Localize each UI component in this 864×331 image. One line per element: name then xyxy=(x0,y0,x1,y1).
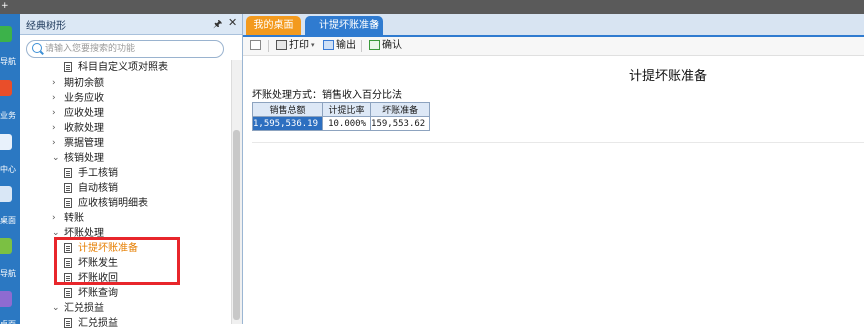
chevron-down-icon: ⌄ xyxy=(52,153,60,163)
panel-header: 经典树形 🖈 ✕ xyxy=(20,14,242,35)
desktop2-icon xyxy=(0,291,12,307)
toolbar-divider xyxy=(361,40,362,52)
document-icon xyxy=(64,318,72,328)
chevron-right-icon: › xyxy=(52,78,56,88)
document-icon xyxy=(64,62,72,72)
confirm-button[interactable]: 确认 xyxy=(369,38,403,53)
document-icon xyxy=(64,168,72,178)
scrollbar-thumb[interactable] xyxy=(233,130,240,320)
export-icon xyxy=(323,40,334,50)
toolbar: 打印 ▾ 输出 确认 xyxy=(243,37,864,56)
search-icon xyxy=(32,43,42,53)
confirm-label: 确认 xyxy=(382,40,402,51)
cell-bad-debt-reserve[interactable]: 159,553.62 xyxy=(370,116,431,131)
tree-item-label: 应收核销明细表 xyxy=(78,198,148,209)
tree-item-label: 科目自定义项对照表 xyxy=(78,62,168,73)
chevron-right-icon: › xyxy=(52,93,56,103)
main-content: 我的桌面 计提坏账准备 ✕ 打印 ▾ 输出 确认 计提坏账准备 坏账处理方式：销… xyxy=(243,14,864,324)
nav-icon xyxy=(0,26,12,42)
table-row[interactable]: 1,595,536.19 10.000% 159,553.62 xyxy=(251,116,431,131)
window-corner-glyph: + xyxy=(1,1,9,11)
chevron-right-icon: › xyxy=(52,138,56,148)
tree-scrollbar[interactable] xyxy=(231,60,242,324)
tree-item-label: 核销处理 xyxy=(64,153,104,164)
center-icon xyxy=(0,134,12,150)
tree-item-label: 收款处理 xyxy=(64,123,104,134)
pin-icon[interactable]: 🖈 xyxy=(213,17,222,34)
tree-item-label: 票据管理 xyxy=(64,138,104,149)
print-dropdown[interactable]: ▾ xyxy=(311,38,319,53)
tree-item-label: 转账 xyxy=(64,213,84,224)
window-title-bar: + xyxy=(0,0,864,14)
cell-accrual-rate[interactable]: 10.000% xyxy=(322,116,372,131)
tree-item-label: 应收处理 xyxy=(64,108,104,119)
tree-item-label: 坏账查询 xyxy=(78,288,118,299)
tree-item-label: 手工核销 xyxy=(78,168,118,179)
expand-button[interactable] xyxy=(250,38,262,53)
bad-debt-table: 销售总额 计提比率 坏账准备 1,595,536.19 10.000% 159,… xyxy=(251,102,431,131)
desktop-icon xyxy=(0,186,12,202)
tree-item-label: 期初余额 xyxy=(64,78,104,89)
rail-label-center: 中心 xyxy=(0,165,16,174)
search-input[interactable] xyxy=(45,42,215,55)
column-header-bad-debt-reserve[interactable]: 坏账准备 xyxy=(370,102,431,117)
document-icon xyxy=(64,288,72,298)
close-icon[interactable]: ✕ xyxy=(228,16,237,29)
chevron-right-icon: › xyxy=(52,108,56,118)
column-header-sales-total[interactable]: 销售总额 xyxy=(251,102,324,117)
panel-title: 经典树形 xyxy=(26,21,66,32)
tab-strip: 我的桌面 计提坏账准备 ✕ xyxy=(243,14,864,37)
chevron-right-icon: › xyxy=(52,123,56,133)
bad-debt-method: 坏账处理方式：销售收入百分比法 xyxy=(252,90,402,101)
close-icon[interactable]: ✕ xyxy=(372,16,380,35)
rail-label-nav-2: 导航 xyxy=(0,269,16,278)
rail-label-nav: 导航 xyxy=(0,57,16,66)
rail-label-desktop: 桌面 xyxy=(0,216,16,225)
chevron-right-icon: › xyxy=(52,213,56,223)
tab-label: 计提坏账准备 xyxy=(319,20,379,31)
chevron-down-icon: ⌄ xyxy=(52,303,60,313)
toolbar-divider xyxy=(268,40,269,52)
annotation-highlight-box xyxy=(54,237,180,285)
nav2-icon xyxy=(0,238,12,254)
printer-icon xyxy=(276,40,287,50)
export-button[interactable]: 输出 xyxy=(323,38,357,53)
business-icon xyxy=(0,80,12,96)
rail-label-business: 业务 xyxy=(0,111,16,120)
print-label: 打印 xyxy=(289,40,309,51)
tree-item-label: 汇兑损益 xyxy=(64,303,104,314)
document-icon xyxy=(64,183,72,193)
tab-accrue-bad-debt[interactable]: 计提坏账准备 ✕ xyxy=(305,16,383,35)
rail-label-desktop-2: 桌面 xyxy=(0,320,16,329)
search-box[interactable] xyxy=(26,40,224,58)
column-header-accrual-rate[interactable]: 计提比率 xyxy=(322,102,372,117)
document-icon xyxy=(64,198,72,208)
cell-sales-total[interactable]: 1,595,536.19 xyxy=(251,116,324,131)
expand-icon xyxy=(250,40,261,50)
tree-item-label: 业务应收 xyxy=(64,93,104,104)
export-label: 输出 xyxy=(336,40,356,51)
grid-bottom-edge xyxy=(252,142,864,143)
left-navigation-rail: 导航 业务 中心 桌面 导航 桌面 xyxy=(0,14,20,329)
tree-item-label: 自动核销 xyxy=(78,183,118,194)
report-title: 计提坏账准备 xyxy=(629,69,708,84)
tab-my-desktop[interactable]: 我的桌面 xyxy=(246,16,301,35)
checkmark-icon xyxy=(369,40,380,50)
